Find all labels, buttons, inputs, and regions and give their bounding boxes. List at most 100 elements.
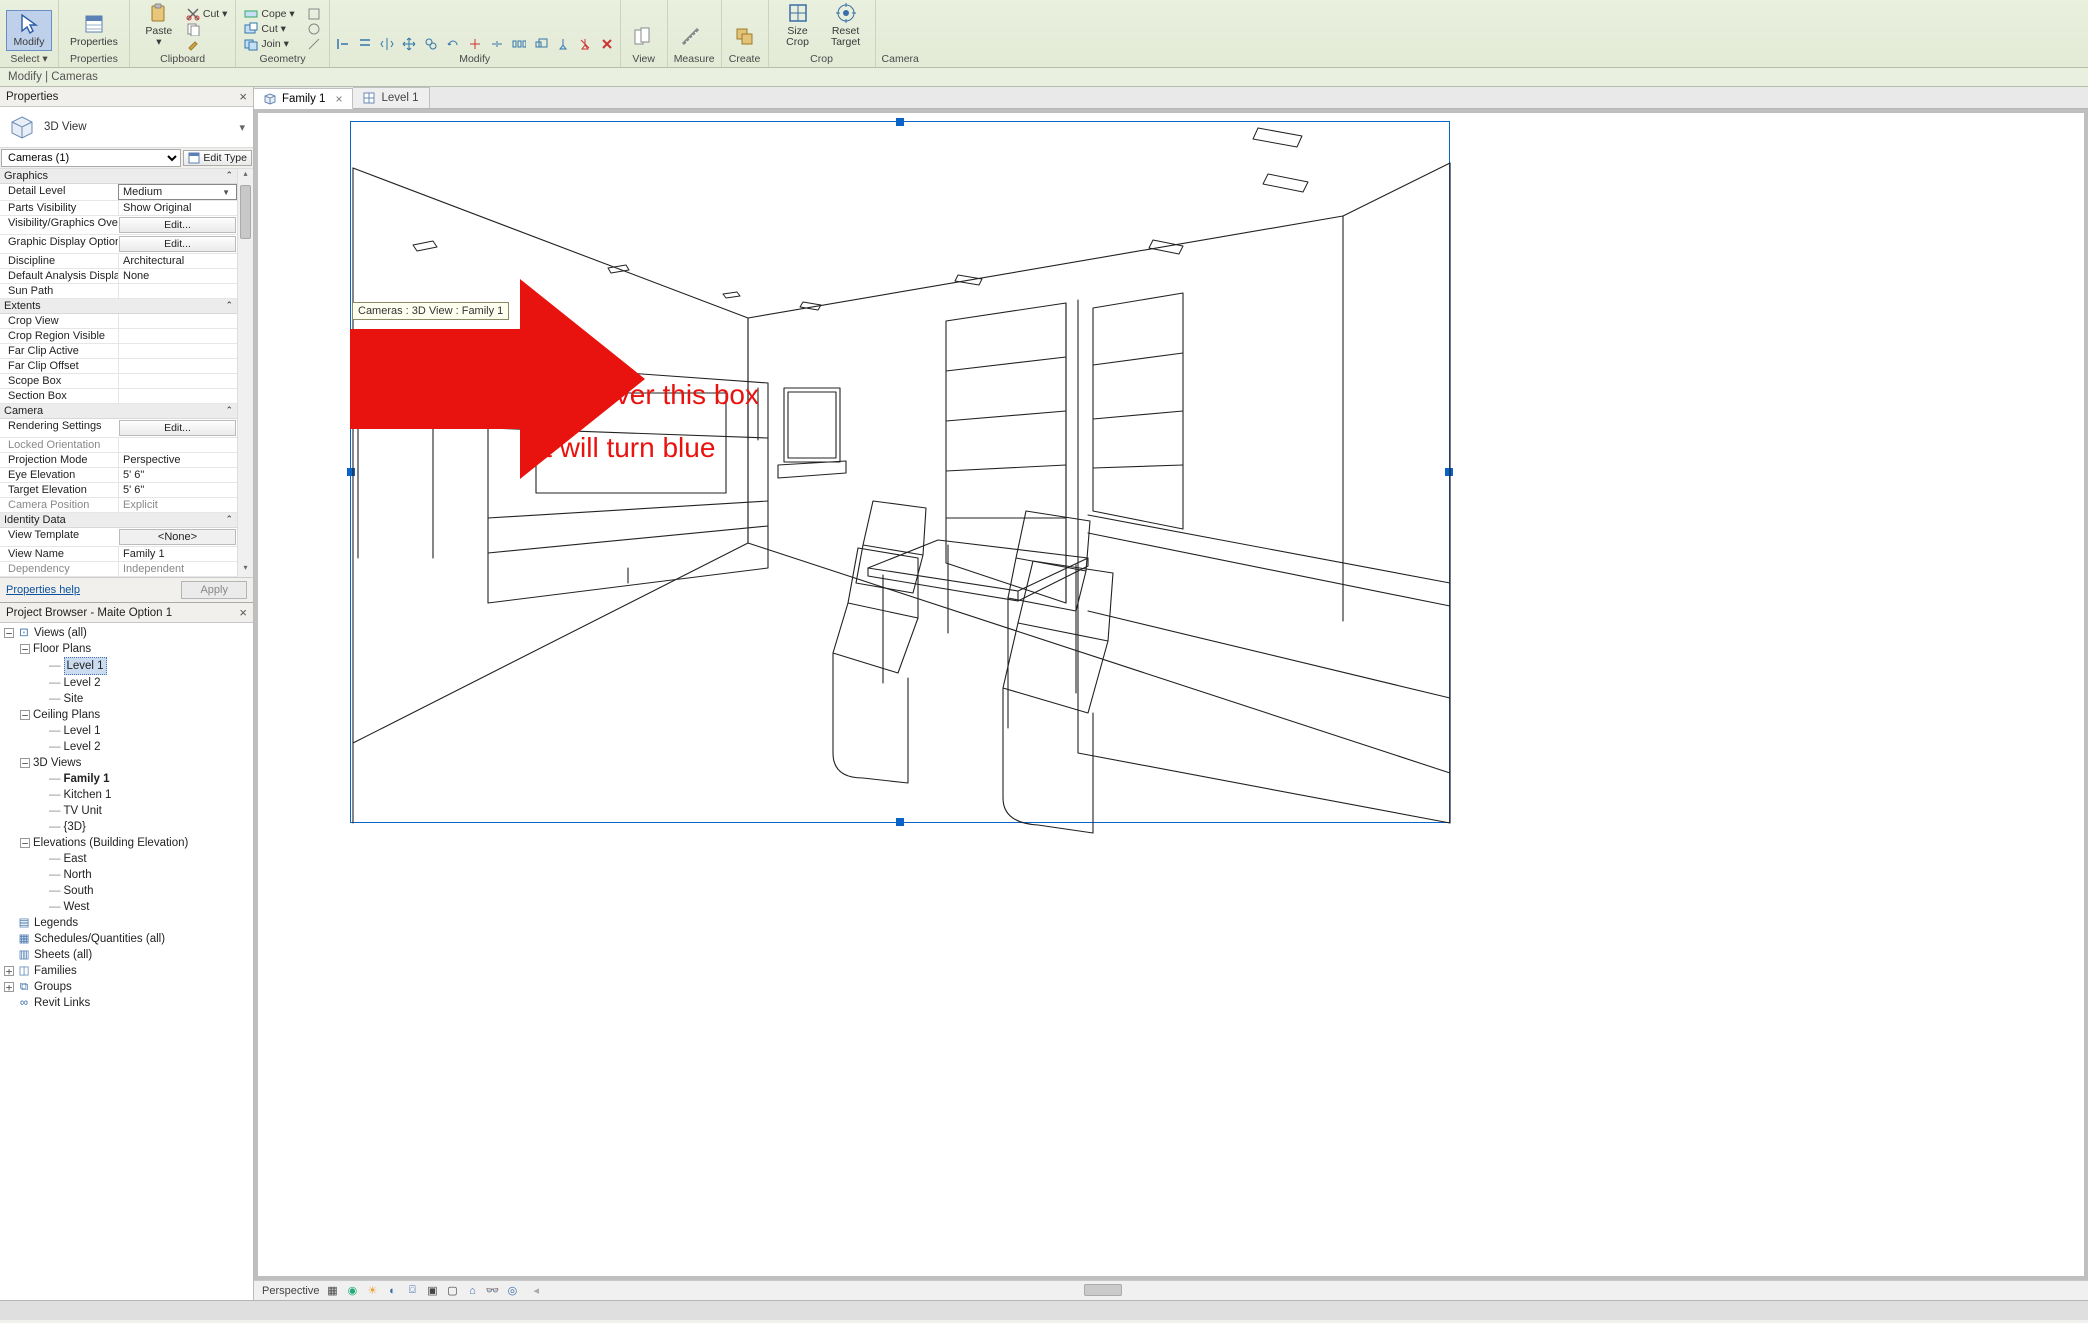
tree-node[interactable]: −Floor Plans [0, 641, 253, 657]
offset-icon[interactable] [358, 37, 372, 51]
mirror-icon[interactable] [380, 37, 394, 51]
view-button[interactable] [627, 23, 661, 51]
prop-row[interactable]: Far Clip Active [0, 344, 237, 359]
reset-target-button[interactable]: ResetTarget [823, 0, 869, 51]
tree-node[interactable]: ∞Revit Links [0, 995, 253, 1011]
prop-value[interactable] [118, 344, 237, 358]
copy2-icon[interactable] [424, 37, 438, 51]
unlock-3d-icon[interactable]: ⌂ [465, 1284, 479, 1298]
modify-button[interactable]: Modify [6, 10, 52, 51]
prop-row[interactable]: DisciplineArchitectural [0, 254, 237, 269]
tree-node[interactable]: −Ceiling Plans [0, 707, 253, 723]
scroll-thumb[interactable] [240, 185, 251, 239]
sun-path-icon[interactable]: ☀ [365, 1284, 379, 1298]
tree-node[interactable]: —East [0, 851, 253, 867]
prop-row[interactable]: Parts VisibilityShow Original [0, 201, 237, 216]
type-selector[interactable]: 3D View ▾ [0, 107, 253, 148]
prop-value[interactable] [118, 329, 237, 343]
prop-row[interactable]: Section Box [0, 389, 237, 404]
prop-row[interactable]: Target Elevation5' 6" [0, 483, 237, 498]
tree-node[interactable]: —{3D} [0, 819, 253, 835]
crop-visible-icon[interactable]: ▢ [445, 1284, 459, 1298]
prop-row[interactable]: Projection ModePerspective [0, 453, 237, 468]
prop-row[interactable]: View NameFamily 1 [0, 547, 237, 562]
horizontal-scroll-thumb[interactable] [1084, 1284, 1122, 1296]
temp-hide-icon[interactable]: 👓 [485, 1284, 499, 1298]
canvas[interactable]: Cameras : 3D View : Family 1 click over … [258, 113, 2084, 1276]
apply-button[interactable]: Apply [181, 581, 247, 599]
tree-twisty[interactable]: − [20, 758, 30, 768]
prop-value[interactable] [118, 284, 237, 298]
tree-twisty[interactable]: + [4, 966, 14, 976]
prop-row[interactable]: Eye Elevation5' 6" [0, 468, 237, 483]
reveal-hidden-icon[interactable]: ◎ [505, 1284, 519, 1298]
size-crop-button[interactable]: SizeCrop [775, 0, 821, 51]
tree-twisty[interactable]: − [4, 628, 14, 638]
properties-title-bar[interactable]: Properties × [0, 87, 253, 107]
tree-node[interactable]: −Elevations (Building Elevation) [0, 835, 253, 851]
tree-node[interactable]: —TV Unit [0, 803, 253, 819]
split-icon[interactable] [490, 37, 504, 51]
prop-row[interactable]: Sun Path [0, 284, 237, 299]
rendering-icon[interactable]: ⌼ [405, 1284, 419, 1298]
prop-group[interactable]: Extents⌃ [0, 299, 237, 314]
prop-value[interactable] [118, 374, 237, 388]
tree-node[interactable]: —Level 1 [0, 723, 253, 739]
tree-twisty[interactable]: − [20, 710, 30, 720]
prop-value[interactable]: Independent [118, 562, 237, 576]
tree-twisty[interactable]: − [20, 644, 30, 654]
scale-icon[interactable] [534, 37, 548, 51]
prop-row[interactable]: Camera PositionExplicit [0, 498, 237, 513]
prop-row[interactable]: Scope Box [0, 374, 237, 389]
rotate-icon[interactable] [446, 37, 460, 51]
tree-node[interactable]: ▦Schedules/Quantities (all) [0, 931, 253, 947]
prop-value[interactable]: Edit... [119, 420, 236, 436]
align-icon[interactable] [336, 37, 350, 51]
move-icon[interactable] [402, 37, 416, 51]
matchtype-button[interactable] [184, 37, 230, 51]
close-icon[interactable]: × [239, 605, 247, 620]
prop-value[interactable] [118, 359, 237, 373]
prop-value[interactable]: None [118, 269, 237, 283]
prop-value[interactable]: 5' 6" [118, 468, 237, 482]
unpin-icon[interactable] [578, 37, 592, 51]
prop-group[interactable]: Camera⌃ [0, 404, 237, 419]
prop-value[interactable]: Edit... [119, 217, 236, 233]
tree-node[interactable]: —South [0, 883, 253, 899]
trim-icon[interactable] [468, 37, 482, 51]
prop-row[interactable]: Crop Region Visible [0, 329, 237, 344]
prop-value[interactable] [118, 314, 237, 328]
tree-node[interactable]: —Level 2 [0, 739, 253, 755]
prop-row[interactable]: View Template<None> [0, 528, 237, 547]
geom-b1[interactable] [305, 7, 323, 21]
cut-button[interactable]: Cut ▾ [184, 7, 230, 21]
tree-node[interactable]: —North [0, 867, 253, 883]
prop-value[interactable]: Show Original [118, 201, 237, 215]
crop-view-icon[interactable]: ▣ [425, 1284, 439, 1298]
close-icon[interactable]: × [335, 92, 342, 106]
prop-value[interactable]: 5' 6" [118, 483, 237, 497]
close-icon[interactable]: × [239, 89, 247, 104]
prop-value[interactable]: Edit... [119, 236, 236, 252]
measure-button[interactable] [674, 23, 708, 51]
properties-scrollbar[interactable]: ▴ ▾ [237, 169, 253, 577]
prop-value[interactable]: Explicit [118, 498, 237, 512]
tree-node[interactable]: ▤Legends [0, 915, 253, 931]
prop-row[interactable]: Default Analysis Display StyleNone [0, 269, 237, 284]
prop-row[interactable]: Detail LevelMedium▼ [0, 184, 237, 201]
tree-twisty[interactable]: − [20, 838, 30, 848]
tree-node[interactable]: —Level 1 [0, 657, 253, 675]
tree-twisty[interactable]: + [4, 982, 14, 992]
tree-node[interactable]: +◫Families [0, 963, 253, 979]
prop-row[interactable]: Far Clip Offset [0, 359, 237, 374]
tree-node[interactable]: —West [0, 899, 253, 915]
prop-group[interactable]: Graphics⌃ [0, 169, 237, 184]
cutgeom-button[interactable]: Cut ▾ [242, 22, 296, 36]
view-tab[interactable]: Level 1 [353, 87, 429, 108]
tree-node[interactable]: −⊡Views (all) [0, 625, 253, 641]
tree-node[interactable]: —Site [0, 691, 253, 707]
prop-row[interactable]: Locked Orientation [0, 438, 237, 453]
paste-button[interactable]: Paste▾ [136, 0, 182, 51]
geom-b3[interactable] [305, 37, 323, 51]
prop-value[interactable]: Perspective [118, 453, 237, 467]
